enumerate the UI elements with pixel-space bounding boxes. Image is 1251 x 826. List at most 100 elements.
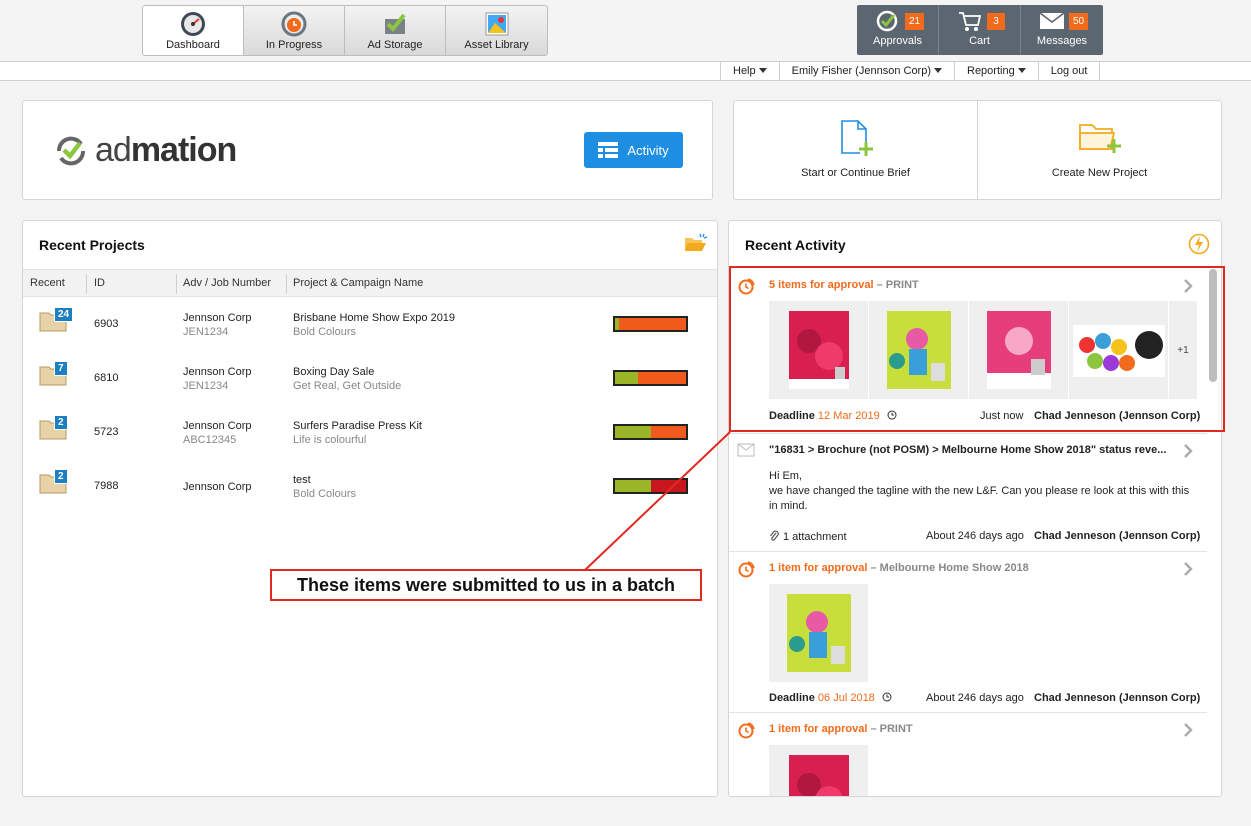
col-id: ID [94, 277, 105, 289]
artwork-child-image [787, 594, 851, 672]
chevron-right-icon[interactable] [1183, 562, 1193, 576]
main-tabs: Dashboard In Progress Ad Storage Asset L… [142, 5, 548, 56]
project-title: Brisbane Home Show Expo 2019 [293, 312, 456, 324]
project-name: Boxing Day Sale Get Real, Get Outside [293, 365, 401, 393]
project-title: test [293, 474, 311, 486]
caret-down-icon [758, 68, 767, 73]
user-account-menu[interactable]: Emily Fisher (Jennson Corp) [778, 62, 954, 81]
annotation-label: These items were submitted to us in a ba… [270, 569, 702, 601]
projects-table-header: Recent ID Adv / Job Number Project & Cam… [23, 269, 717, 297]
envelope-icon [1039, 12, 1065, 29]
cart-label: Cart [969, 35, 990, 47]
project-title: Boxing Day Sale [293, 366, 375, 378]
col-adv-job: Adv / Job Number [183, 277, 272, 289]
help-menu-label: Help [733, 65, 756, 77]
tab-in-progress-label: In Progress [265, 39, 323, 51]
chevron-right-icon[interactable] [1183, 723, 1193, 737]
project-progress-bar [613, 478, 688, 494]
activity-item-message[interactable]: "16831 > Brochure (not POSM) > Melbourne… [729, 434, 1207, 552]
job-number: JEN1234 [183, 380, 229, 392]
user-name-label: Emily Fisher (Jennson Corp) [791, 65, 931, 77]
project-progress-bar [613, 316, 688, 332]
user-menu: Help Emily Fisher (Jennson Corp) Reporti… [720, 62, 1101, 81]
activity-item-approval[interactable]: 1 item for approval – Melbourne Home Sho… [729, 552, 1207, 713]
tab-asset-library[interactable]: Asset Library [446, 6, 547, 55]
activity-heading: 1 item for approval – Melbourne Home Sho… [769, 562, 1029, 574]
tab-asset-library-label: Asset Library [464, 39, 529, 51]
project-item-count: 7 [54, 361, 68, 376]
col-recent: Recent [30, 277, 65, 289]
project-row[interactable]: 24 6903 Jennson Corp JEN1234 Brisbane Hom… [23, 297, 717, 351]
progress-segment [619, 318, 686, 330]
reporting-menu-label: Reporting [967, 65, 1015, 77]
tab-ad-storage-label: Ad Storage [367, 39, 423, 51]
tab-ad-storage[interactable]: Ad Storage [345, 6, 446, 55]
notification-tabs: 21 Approvals 3 Cart 50 Messages [857, 5, 1103, 55]
admation-logo-icon [56, 136, 86, 165]
artwork-thumbnail[interactable] [769, 745, 869, 796]
help-menu[interactable]: Help [720, 62, 779, 81]
progress-clock-icon [281, 11, 307, 37]
artwork-thumbnail[interactable] [769, 584, 869, 682]
recent-activity-title: Recent Activity [745, 237, 846, 253]
activity-button[interactable]: Activity [584, 132, 683, 168]
progress-segment [638, 372, 686, 384]
start-brief-label: Start or Continue Brief [801, 167, 910, 179]
progress-segment [650, 480, 686, 492]
approvals-tab[interactable]: 21 Approvals [857, 5, 939, 55]
project-item-count: 2 [54, 415, 68, 430]
attachment-link[interactable]: 1 attachment [769, 530, 847, 543]
progress-segment [615, 372, 639, 384]
cart-icon [959, 12, 982, 31]
speedometer-icon [181, 12, 205, 36]
project-progress-bar [613, 424, 688, 440]
deadline-label: Deadline [769, 692, 815, 704]
advertiser-name: Jennson Corp [183, 312, 252, 324]
create-project-action[interactable]: Create New Project [977, 101, 1221, 199]
open-folder-icon[interactable] [684, 233, 708, 253]
caret-down-icon [934, 68, 942, 73]
messages-count: 50 [1069, 13, 1089, 30]
chevron-right-icon[interactable] [1183, 444, 1193, 458]
project-row[interactable]: 2 7988 Jennson Corp test Bold Colours [23, 459, 717, 513]
project-item-count: 24 [54, 307, 74, 322]
lightning-icon[interactable] [1188, 233, 1210, 255]
top-navigation: Dashboard In Progress Ad Storage Asset L… [0, 0, 1251, 62]
message-subject: "16831 > Brochure (not POSM) > Melbourne… [769, 444, 1167, 456]
start-brief-action[interactable]: Start or Continue Brief [734, 101, 977, 199]
approval-thumbnails [769, 745, 869, 796]
project-name: Surfers Paradise Press Kit Life is colour… [293, 419, 422, 447]
storage-check-icon [385, 13, 406, 34]
user-menu-bar: Help Emily Fisher (Jennson Corp) Reporti… [0, 62, 1251, 81]
approval-clock-icon [738, 722, 755, 739]
envelope-icon [737, 443, 755, 457]
create-project-label: Create New Project [1051, 167, 1148, 179]
activity-item-approval[interactable]: 1 item for approval – PRINT [729, 713, 1207, 796]
cart-tab[interactable]: 3 Cart [939, 5, 1021, 55]
project-row[interactable]: 7 6810 Jennson Corp JEN1234 Boxing Day Sa… [23, 351, 717, 405]
campaign-name: Get Real, Get Outside [293, 380, 402, 392]
project-adv: Jennson Corp ABC12345 [183, 419, 252, 447]
batch-highlight-box [729, 266, 1225, 432]
advertiser-name: Jennson Corp [183, 366, 252, 378]
project-row[interactable]: 2 5723 Jennson Corp ABC12345 Surfers Para… [23, 405, 717, 459]
tab-dashboard[interactable]: Dashboard [143, 6, 244, 55]
project-id: 7988 [94, 480, 119, 492]
tab-dashboard-label: Dashboard [166, 39, 220, 51]
advertiser-name: Jennson Corp [183, 481, 252, 493]
col-project-name: Project & Campaign Name [293, 277, 424, 289]
approval-thumbnails [769, 584, 869, 682]
tab-in-progress[interactable]: In Progress [244, 6, 345, 55]
activity-heading: 1 item for approval – PRINT [769, 723, 913, 735]
logout-link[interactable]: Log out [1037, 62, 1101, 81]
project-name: Brisbane Home Show Expo 2019 Bold Colours [293, 311, 455, 339]
cart-count: 3 [987, 13, 1005, 30]
approval-context: – PRINT [867, 723, 913, 735]
messages-label: Messages [1036, 35, 1088, 47]
new-folder-icon [1078, 124, 1121, 153]
advertiser-name: Jennson Corp [183, 420, 252, 432]
reporting-menu[interactable]: Reporting [954, 62, 1038, 81]
messages-tab[interactable]: 50 Messages [1021, 5, 1103, 55]
project-name: test Bold Colours [293, 473, 356, 501]
project-adv: Jennson Corp JEN1234 [183, 365, 252, 393]
